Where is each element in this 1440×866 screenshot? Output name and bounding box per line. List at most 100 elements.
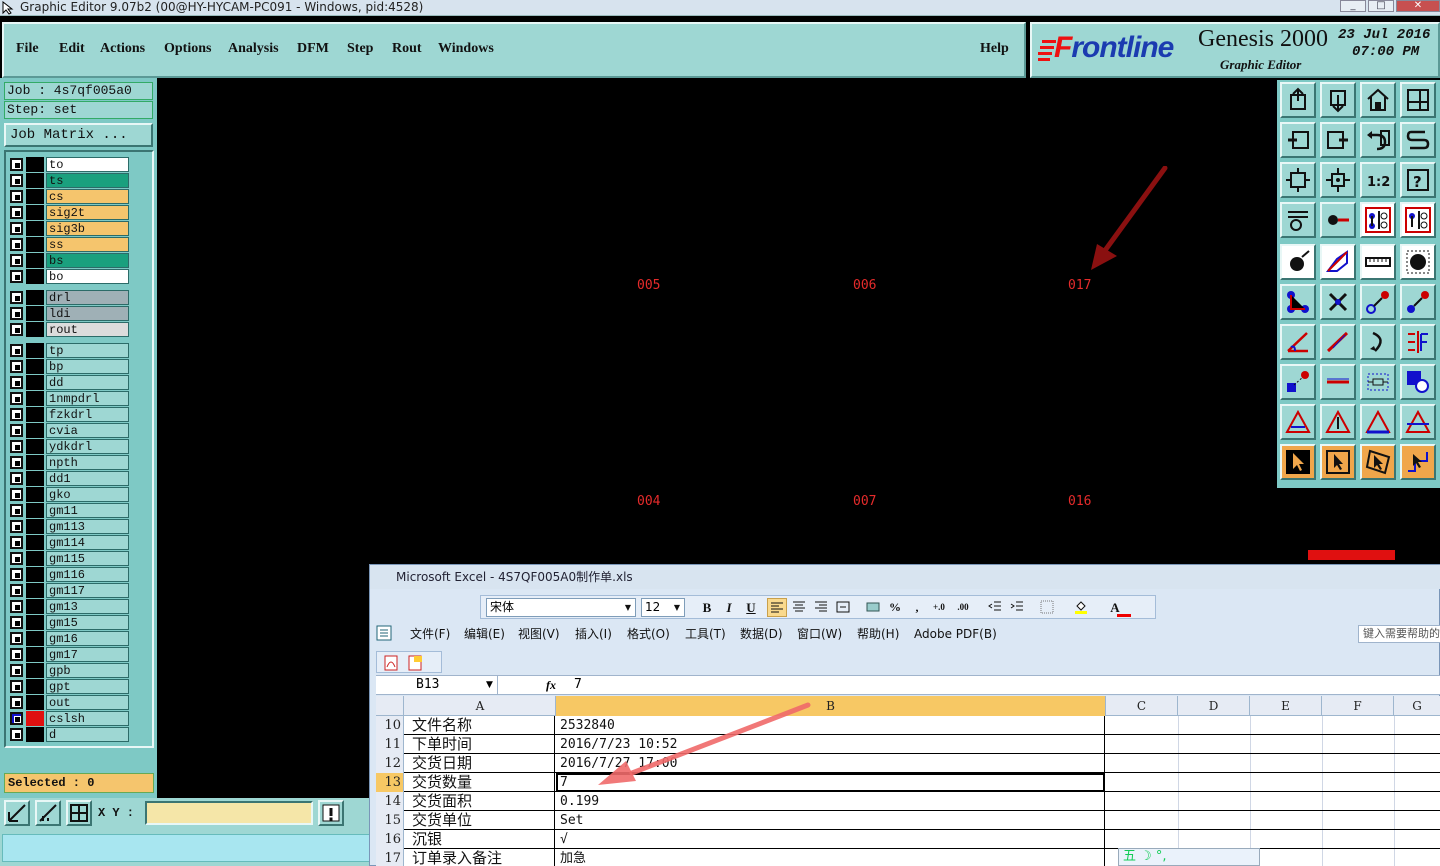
layer-row-gm117[interactable]: gm117 bbox=[10, 583, 129, 598]
layer-visibility-checkbox[interactable] bbox=[10, 206, 23, 219]
layers-icon[interactable] bbox=[1280, 202, 1316, 238]
layer-name[interactable]: ss bbox=[46, 237, 129, 252]
column-header[interactable]: F bbox=[1322, 696, 1394, 716]
excel-menu-file[interactable]: 文件(F) bbox=[410, 623, 450, 645]
layer-name[interactable]: d bbox=[46, 727, 129, 742]
cell-b[interactable]: Set bbox=[556, 811, 1105, 830]
cross-icon[interactable] bbox=[1320, 284, 1356, 320]
connect-nodes-icon[interactable] bbox=[1280, 284, 1316, 320]
currency-button[interactable] bbox=[863, 598, 883, 617]
layer-row-rout[interactable]: rout bbox=[10, 322, 129, 337]
layer-visibility-checkbox[interactable] bbox=[10, 552, 23, 565]
layer-color-swatch[interactable] bbox=[26, 157, 44, 172]
layer-name[interactable]: bs bbox=[46, 253, 129, 268]
menu-windows[interactable]: Windows bbox=[438, 41, 494, 57]
menu-help[interactable]: Help bbox=[980, 41, 1009, 57]
layer-visibility-checkbox[interactable] bbox=[10, 696, 23, 709]
layer-name[interactable]: cslsh bbox=[46, 711, 129, 726]
layer-color-swatch[interactable] bbox=[26, 471, 44, 486]
menu-actions[interactable]: Actions bbox=[100, 41, 145, 57]
netlist-icon[interactable] bbox=[1360, 202, 1396, 238]
layer-name[interactable]: 1nmpdrl bbox=[46, 391, 129, 406]
layer-name[interactable]: gm115 bbox=[46, 551, 129, 566]
chevron-down-icon[interactable]: ▼ bbox=[486, 676, 493, 694]
layer-row-tp[interactable]: tp bbox=[10, 343, 129, 358]
layer-color-swatch[interactable] bbox=[26, 503, 44, 518]
align-left-button[interactable] bbox=[767, 598, 787, 617]
row-header[interactable]: 12 bbox=[376, 754, 404, 773]
layer-visibility-checkbox[interactable] bbox=[10, 408, 23, 421]
snap-icon[interactable] bbox=[4, 800, 30, 826]
layer-row-gm15[interactable]: gm15 bbox=[10, 615, 129, 630]
layer-row-cslsh[interactable]: cslsh bbox=[10, 711, 129, 726]
excel-menu-adobe-pdf[interactable]: Adobe PDF(B) bbox=[914, 623, 997, 645]
layer-visibility-checkbox[interactable] bbox=[10, 536, 23, 549]
cell-b[interactable]: 加急 bbox=[556, 849, 1105, 866]
layer-row-ldi[interactable]: ldi bbox=[10, 306, 129, 321]
decrease-indent-button[interactable] bbox=[985, 598, 1005, 617]
bold-button[interactable]: B bbox=[697, 598, 717, 617]
layer-visibility-checkbox[interactable] bbox=[10, 664, 23, 677]
layer-visibility-checkbox[interactable] bbox=[10, 307, 23, 320]
layer-color-swatch[interactable] bbox=[26, 322, 44, 337]
select-cursor-icon[interactable] bbox=[1280, 444, 1316, 480]
layer-color-swatch[interactable] bbox=[26, 290, 44, 305]
step-label[interactable]: 005 bbox=[637, 278, 660, 293]
row-header[interactable]: 16 bbox=[376, 830, 404, 849]
diagonal-line-icon[interactable] bbox=[1320, 324, 1356, 360]
layer-color-swatch[interactable] bbox=[26, 205, 44, 220]
step-label[interactable]: 007 bbox=[853, 494, 876, 509]
add-pad-icon[interactable] bbox=[1280, 244, 1316, 280]
arc-icon[interactable] bbox=[1360, 324, 1396, 360]
triangle-arrow-icon[interactable] bbox=[1360, 404, 1396, 440]
menu-step[interactable]: Step bbox=[347, 41, 373, 57]
layer-name[interactable]: gm117 bbox=[46, 583, 129, 598]
layer-visibility-checkbox[interactable] bbox=[10, 520, 23, 533]
step-label[interactable]: 004 bbox=[637, 494, 660, 509]
layer-color-swatch[interactable] bbox=[26, 711, 44, 726]
layer-name[interactable]: sig2t bbox=[46, 205, 129, 220]
close-button[interactable]: ✕ bbox=[1396, 0, 1440, 12]
layer-name[interactable]: tp bbox=[46, 343, 129, 358]
menu-rout[interactable]: Rout bbox=[392, 41, 422, 57]
import-icon[interactable] bbox=[1320, 82, 1356, 118]
row-header[interactable]: 15 bbox=[376, 811, 404, 830]
angle-line-icon[interactable] bbox=[1280, 324, 1316, 360]
layer-visibility-checkbox[interactable] bbox=[10, 632, 23, 645]
cell-b[interactable]: √ bbox=[556, 830, 1105, 849]
layer-visibility-checkbox[interactable] bbox=[10, 392, 23, 405]
menu-analysis[interactable]: Analysis bbox=[228, 41, 279, 57]
add-surface-icon[interactable] bbox=[1320, 244, 1356, 280]
layer-name[interactable]: gm114 bbox=[46, 535, 129, 550]
cell-a[interactable]: 交货单位 bbox=[405, 811, 555, 830]
align-right-button[interactable] bbox=[811, 598, 831, 617]
select-path-icon[interactable] bbox=[1400, 444, 1436, 480]
layer-color-swatch[interactable] bbox=[26, 359, 44, 374]
column-header[interactable]: C bbox=[1106, 696, 1178, 716]
layer-row-cs[interactable]: cs bbox=[10, 189, 129, 204]
layer-visibility-checkbox[interactable] bbox=[10, 600, 23, 613]
comma-button[interactable]: , bbox=[907, 598, 927, 617]
layer-name[interactable]: bo bbox=[46, 269, 129, 284]
layer-color-swatch[interactable] bbox=[26, 343, 44, 358]
minimap[interactable] bbox=[1277, 487, 1440, 565]
layer-row-sig3b[interactable]: sig3b bbox=[10, 221, 129, 236]
column-header[interactable]: A bbox=[405, 696, 556, 716]
excel-menu-tools[interactable]: 工具(T) bbox=[685, 623, 726, 645]
fit-all-icon[interactable] bbox=[1280, 162, 1316, 198]
layer-row-gm13[interactable]: gm13 bbox=[10, 599, 129, 614]
layer-row-ydkdrl[interactable]: ydkdrl bbox=[10, 439, 129, 454]
step-label[interactable]: 017 bbox=[1068, 278, 1091, 293]
row-header[interactable]: 10 bbox=[376, 716, 404, 735]
layer-row-gm11[interactable]: gm11 bbox=[10, 503, 129, 518]
menu-edit[interactable]: Edit bbox=[59, 41, 85, 57]
layer-row-dd1[interactable]: dd1 bbox=[10, 471, 129, 486]
cell-a[interactable]: 交货数量 bbox=[405, 773, 555, 792]
column-header[interactable]: D bbox=[1178, 696, 1250, 716]
layer-name[interactable]: gpb bbox=[46, 663, 129, 678]
layer-color-swatch[interactable] bbox=[26, 407, 44, 422]
minimize-button[interactable]: _ bbox=[1340, 0, 1366, 12]
increase-indent-button[interactable] bbox=[1007, 598, 1027, 617]
line-endpoint-icon[interactable] bbox=[1360, 284, 1396, 320]
fill-color-button[interactable] bbox=[1071, 598, 1091, 617]
